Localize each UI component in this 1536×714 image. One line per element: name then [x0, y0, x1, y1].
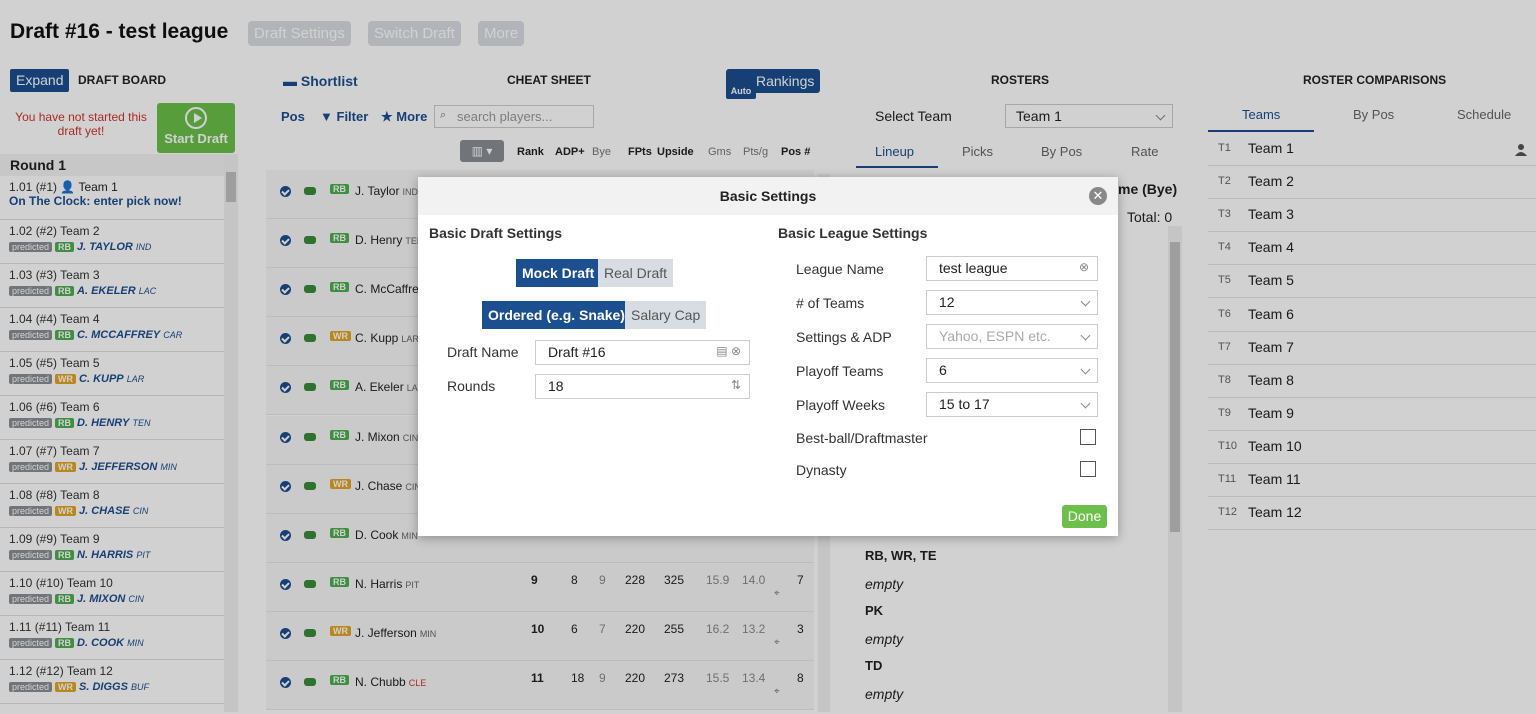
chevron-down-icon — [1080, 398, 1091, 409]
bestball-label: Best-ball/Draftmaster — [796, 430, 928, 446]
draft-name-field[interactable]: Draft #16 ▤ ⊗ — [535, 340, 750, 365]
bestball-checkbox[interactable] — [1080, 429, 1096, 445]
rounds-value: 18 — [548, 378, 564, 394]
playoff-teams-select[interactable]: 6 — [926, 358, 1098, 383]
clear-icon[interactable]: ⊗ — [1079, 260, 1089, 274]
teams-select[interactable]: 12 — [926, 290, 1098, 315]
done-button[interactable]: Done — [1062, 505, 1107, 528]
mock-draft-toggle[interactable]: Mock Draft — [516, 259, 601, 287]
ordered-toggle[interactable]: Ordered (e.g. Snake) — [482, 301, 631, 329]
rounds-label: Rounds — [447, 378, 496, 394]
stepper-icon[interactable]: ⇅ — [731, 378, 741, 392]
rounds-field[interactable]: 18 ⇅ — [535, 374, 750, 399]
draft-section-title: Basic Draft Settings — [429, 225, 563, 241]
playoff-weeks-label: Playoff Weeks — [796, 397, 885, 413]
clear-icon[interactable]: ▤ ⊗ — [716, 344, 741, 358]
playoff-weeks-value: 15 to 17 — [939, 396, 990, 412]
teams-label: # of Teams — [796, 295, 865, 311]
playoff-weeks-select[interactable]: 15 to 17 — [926, 392, 1098, 417]
playoff-teams-label: Playoff Teams — [796, 363, 884, 379]
chevron-down-icon — [1080, 364, 1091, 375]
chevron-down-icon — [1080, 296, 1091, 307]
close-icon[interactable]: ✕ — [1089, 187, 1107, 205]
draft-name-value: Draft #16 — [548, 344, 606, 360]
chevron-down-icon — [1080, 330, 1091, 341]
league-section-title: Basic League Settings — [778, 225, 928, 241]
dynasty-label: Dynasty — [796, 462, 847, 478]
basic-settings-modal: Basic Settings ✕ Basic Draft Settings Ba… — [418, 177, 1118, 536]
playoff-teams-value: 6 — [939, 362, 947, 378]
modal-title: Basic Settings — [418, 177, 1118, 215]
real-draft-toggle[interactable]: Real Draft — [598, 259, 674, 287]
settings-adp-placeholder: Yahoo, ESPN etc. — [939, 328, 1051, 344]
league-name-value: test league — [939, 260, 1008, 276]
league-name-label: League Name — [796, 261, 884, 277]
league-name-field[interactable]: test league ⊗ — [926, 256, 1098, 281]
settings-adp-label: Settings & ADP — [796, 329, 892, 345]
dynasty-checkbox[interactable] — [1080, 461, 1096, 477]
salary-cap-toggle[interactable]: Salary Cap — [625, 301, 707, 329]
teams-value: 12 — [939, 294, 955, 310]
draft-name-label: Draft Name — [447, 344, 519, 360]
settings-adp-select[interactable]: Yahoo, ESPN etc. — [926, 324, 1098, 349]
